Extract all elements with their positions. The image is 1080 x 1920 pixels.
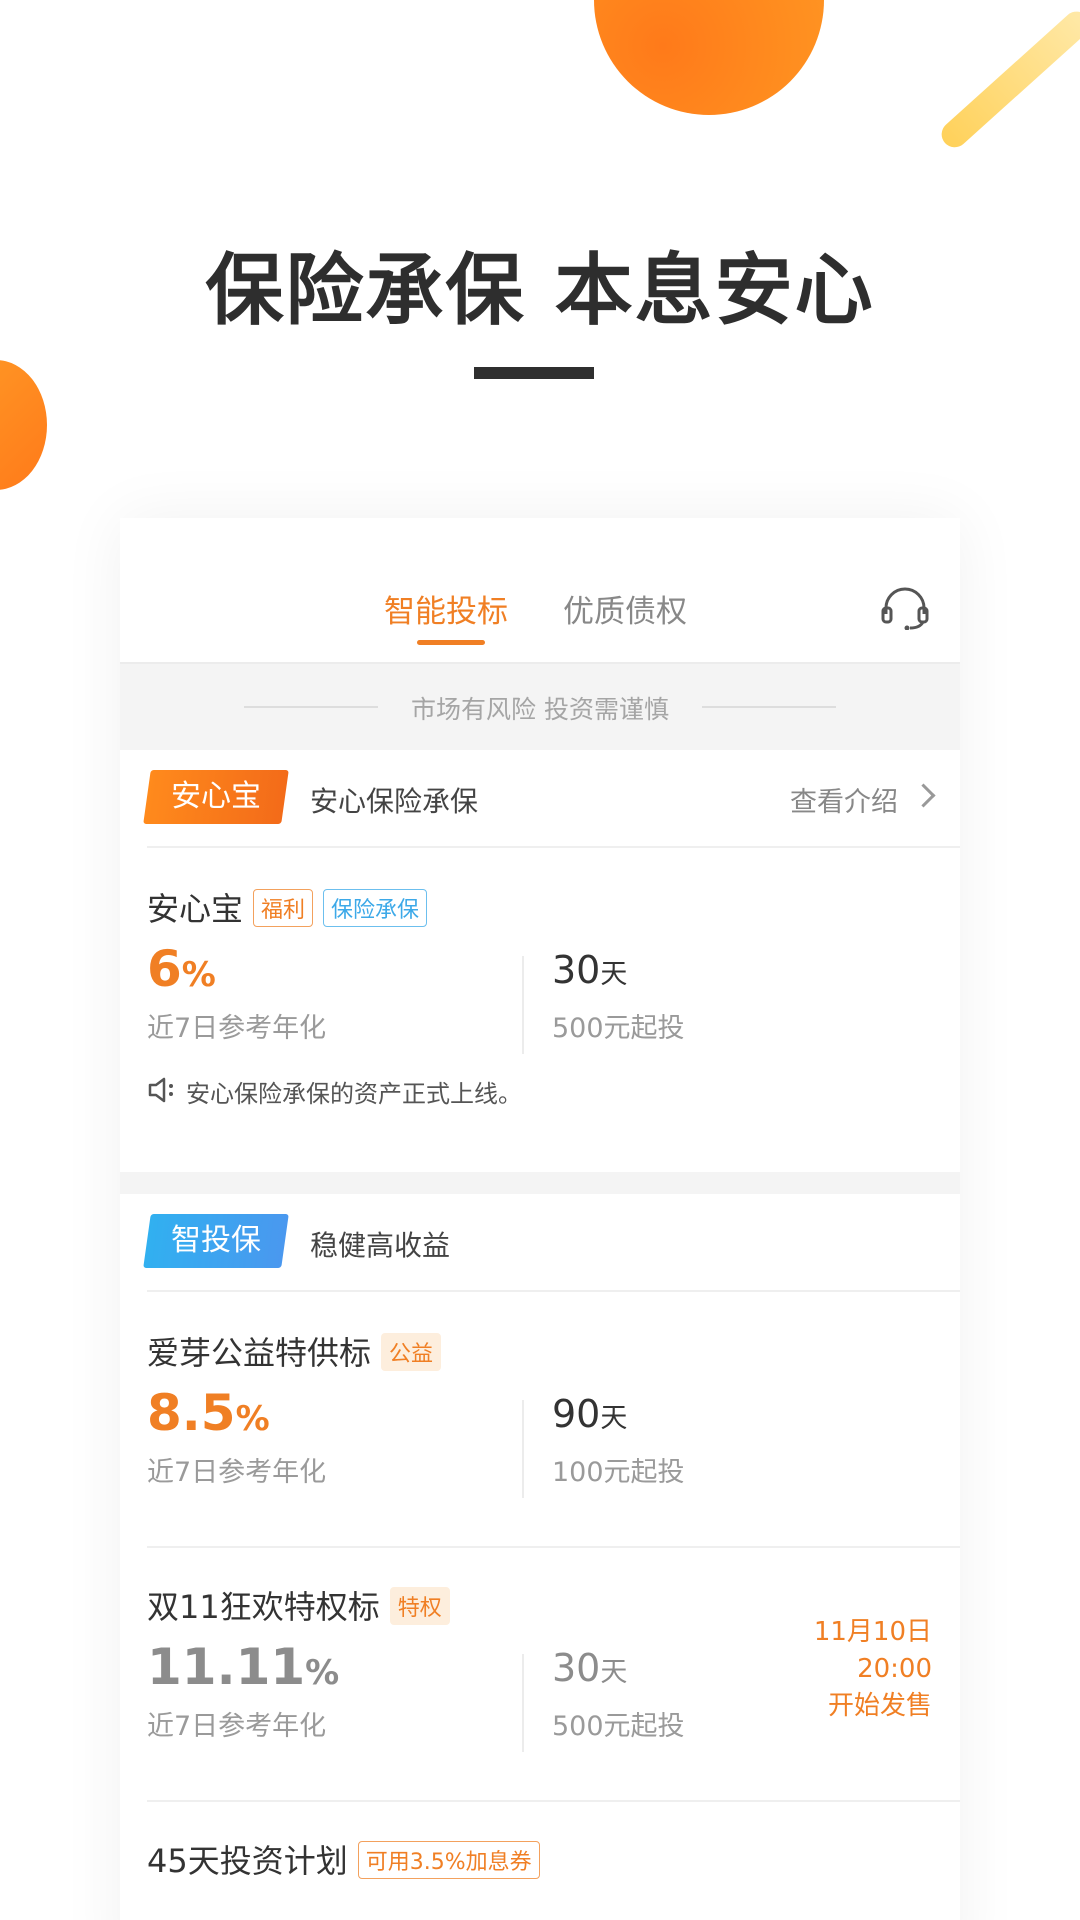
section-badge: 安心宝 — [143, 770, 289, 824]
tag-coupon: 可用3.5%加息券 — [357, 1841, 540, 1879]
annual-rate: 6% — [147, 940, 216, 998]
term-unit: 天 — [600, 959, 628, 990]
product-name-text: 45天投资计划 — [147, 1842, 348, 1880]
section-badge: 智投保 — [143, 1214, 289, 1268]
section-badge-label: 智投保 — [171, 1223, 261, 1258]
column-separator — [522, 956, 524, 1054]
rate-value: 6 — [147, 940, 182, 998]
term-length: 30天 — [552, 1646, 627, 1690]
decorative-circle — [0, 360, 47, 490]
term-value: 30 — [552, 1646, 601, 1690]
term-length: 90天 — [552, 1392, 627, 1436]
product-item[interactable]: 爱芽公益特供标 公益 8.5% 近7日参考年化 90天 100元起投 — [120, 1328, 960, 1538]
view-intro-link[interactable]: 查看介绍 — [790, 780, 898, 819]
tag-charity: 公益 — [381, 1333, 442, 1371]
rate-label: 近7日参考年化 — [147, 1013, 327, 1044]
min-invest: 500元起投 — [552, 1013, 685, 1044]
risk-notice-text: 市场有风险 投资需谨慎 — [411, 695, 669, 724]
decorative-stripe — [936, 6, 1080, 153]
section-subtitle: 稳健高收益 — [310, 1229, 451, 1262]
column-separator — [522, 1400, 524, 1498]
product-item[interactable]: 45天投资计划 可用3.5%加息券 — [120, 1836, 960, 1920]
term-length: 30天 — [552, 948, 627, 992]
product-name-text: 爱芽公益特供标 — [147, 1334, 372, 1372]
decorative-circle — [594, 0, 824, 115]
term-value: 90 — [552, 1392, 601, 1436]
product-item-anxinbao[interactable]: 安心宝 福利 保险承保 6% 近7日参考年化 30天 500元起投 安心保险承保的资… — [120, 884, 960, 1108]
product-card: 智能投标 优质债权 市场有风险 投资需谨慎 安心宝 安心保险承保 查看介绍 安心… — [120, 518, 960, 1920]
row-divider — [147, 1546, 960, 1548]
sale-time: 20:00 — [857, 1654, 932, 1684]
term-unit: 天 — [600, 1657, 628, 1688]
row-divider — [147, 1800, 960, 1802]
tab-active-indicator — [417, 640, 485, 645]
headset-icon[interactable] — [880, 584, 930, 630]
promo-page: 保险承保 本息安心 智能投标 优质债权 市场有风险 投资需谨慎 安心宝 安心保险… — [0, 0, 1080, 1920]
section-gap — [120, 1172, 960, 1194]
sale-status: 开始发售 — [827, 1691, 932, 1721]
speaker-icon — [148, 1077, 173, 1103]
risk-notice-bar: 市场有风险 投资需谨慎 — [120, 664, 960, 750]
annual-rate: 11.11% — [147, 1638, 339, 1696]
sale-date: 11月10日 — [813, 1617, 932, 1647]
term-value: 30 — [552, 948, 601, 992]
headline-underline — [474, 367, 594, 379]
tag-insured: 保险承保 — [323, 889, 428, 927]
tag-welfare: 福利 — [253, 889, 314, 927]
rate-unit: % — [305, 1653, 340, 1693]
section-header-zhitoubao[interactable]: 智投保 稳健高收益 — [120, 1194, 960, 1290]
tag-privilege: 特权 — [389, 1587, 450, 1625]
rate-value: 11.11 — [147, 1638, 306, 1696]
min-invest: 500元起投 — [552, 1711, 685, 1742]
rate-label: 近7日参考年化 — [147, 1457, 327, 1488]
rate-unit: % — [181, 955, 216, 995]
section-badge-label: 安心宝 — [171, 779, 261, 814]
product-name: 双11狂欢特权标 特权 — [147, 1582, 450, 1628]
term-unit: 天 — [600, 1403, 628, 1434]
min-invest: 100元起投 — [552, 1457, 685, 1488]
annual-rate: 8.5% — [147, 1384, 270, 1442]
product-name-text: 双11狂欢特权标 — [147, 1588, 380, 1626]
rate-label: 近7日参考年化 — [147, 1711, 327, 1742]
rate-value: 8.5 — [147, 1384, 236, 1442]
product-notice: 安心保险承保的资产正式上线。 — [186, 1080, 522, 1108]
tab-smart-invest[interactable]: 智能投标 — [384, 586, 508, 631]
section-subtitle: 安心保险承保 — [310, 785, 479, 818]
section-divider — [147, 1290, 960, 1292]
sale-start-info: 11月10日 20:00 开始发售 — [814, 1614, 932, 1725]
chevron-right-icon[interactable] — [911, 783, 936, 808]
product-item[interactable]: 双11狂欢特权标 特权 11.11% 近7日参考年化 30天 500元起投 11月… — [120, 1582, 960, 1792]
column-separator — [522, 1654, 524, 1752]
section-divider — [147, 846, 960, 848]
page-headline: 保险承保 本息安心 — [205, 246, 875, 336]
product-name: 45天投资计划 可用3.5%加息券 — [147, 1836, 540, 1882]
tab-bar: 智能投标 优质债权 — [120, 518, 960, 664]
product-name-text: 安心宝 — [147, 890, 244, 928]
tab-quality-debt[interactable]: 优质债权 — [563, 586, 687, 631]
product-name: 爱芽公益特供标 公益 — [147, 1328, 442, 1374]
product-name: 安心宝 福利 保险承保 — [147, 884, 428, 930]
rate-unit: % — [235, 1399, 270, 1439]
section-header-anxinbao[interactable]: 安心宝 安心保险承保 查看介绍 — [120, 750, 960, 846]
divider-line — [702, 706, 836, 708]
